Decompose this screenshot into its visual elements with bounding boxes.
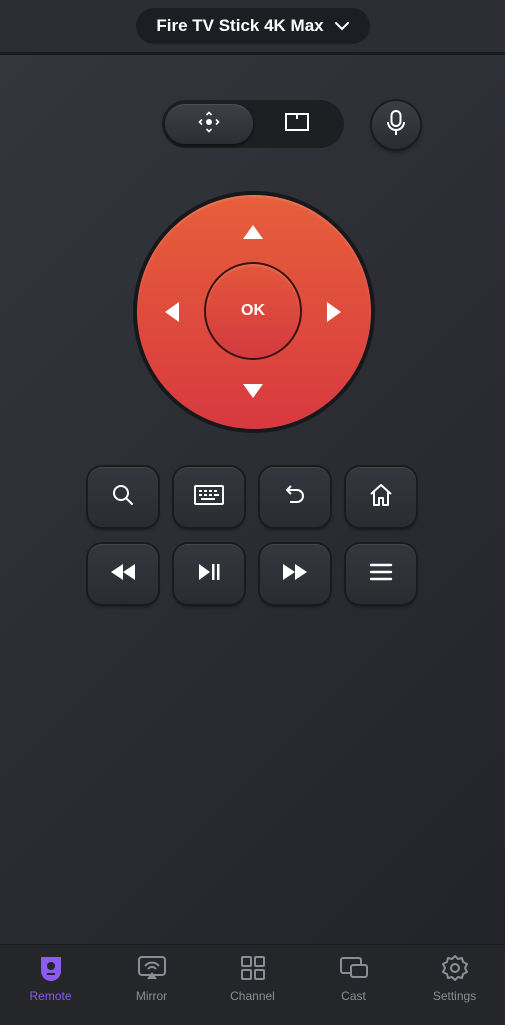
fast-forward-icon [281,562,309,587]
keyboard-button[interactable] [174,467,244,527]
remote-panel [0,55,505,944]
rewind-icon [109,562,137,587]
mode-toggle [162,100,344,148]
back-icon [282,482,308,513]
home-icon [368,482,394,513]
nav-label: Channel [230,989,275,1003]
dpad-mode-button[interactable] [165,104,253,144]
play-pause-icon [196,562,222,587]
nav-cast[interactable]: Cast [303,945,404,1025]
menu-icon [368,562,394,587]
chevron-down-icon [334,16,350,36]
dpad-icon [196,109,222,140]
home-button[interactable] [346,467,416,527]
mirror-icon [137,955,167,981]
nav-channel[interactable]: Channel [202,945,303,1025]
device-name: Fire TV Stick 4K Max [156,16,324,35]
gear-icon [441,955,469,981]
menu-button[interactable] [346,544,416,604]
cast-icon [339,955,369,981]
nav-label: Settings [432,989,477,1003]
microphone-icon [384,109,408,142]
touchpad-mode-button[interactable] [253,104,341,144]
dpad-right-button[interactable] [327,302,341,322]
nav-remote[interactable]: Remote [0,945,101,1025]
nav-settings[interactable]: Settings [404,945,505,1025]
rewind-button[interactable] [88,544,158,604]
play-pause-button[interactable] [174,544,244,604]
nav-label: Mirror [135,989,168,1003]
device-selector[interactable]: Fire TV Stick 4K Max [136,8,370,44]
nav-label: Remote [29,989,72,1003]
nav-mirror[interactable]: Mirror [101,945,202,1025]
channel-grid-icon [240,955,266,981]
nav-label: Cast [341,989,366,1003]
dpad-up-button[interactable] [243,225,263,239]
ok-label: OK [241,302,265,319]
search-button[interactable] [88,467,158,527]
remote-icon [39,955,63,981]
dpad-down-button[interactable] [243,384,263,398]
touchpad-icon [284,111,310,138]
ok-button[interactable]: OK [204,262,302,360]
fast-forward-button[interactable] [260,544,330,604]
bottom-navigation: Remote Mirror Channel Cast Settings [0,944,505,1025]
microphone-button[interactable] [372,101,420,149]
dpad-left-button[interactable] [165,302,179,322]
top-bar: Fire TV Stick 4K Max [0,0,505,55]
back-button[interactable] [260,467,330,527]
keyboard-icon [193,483,225,512]
search-icon [110,482,136,513]
